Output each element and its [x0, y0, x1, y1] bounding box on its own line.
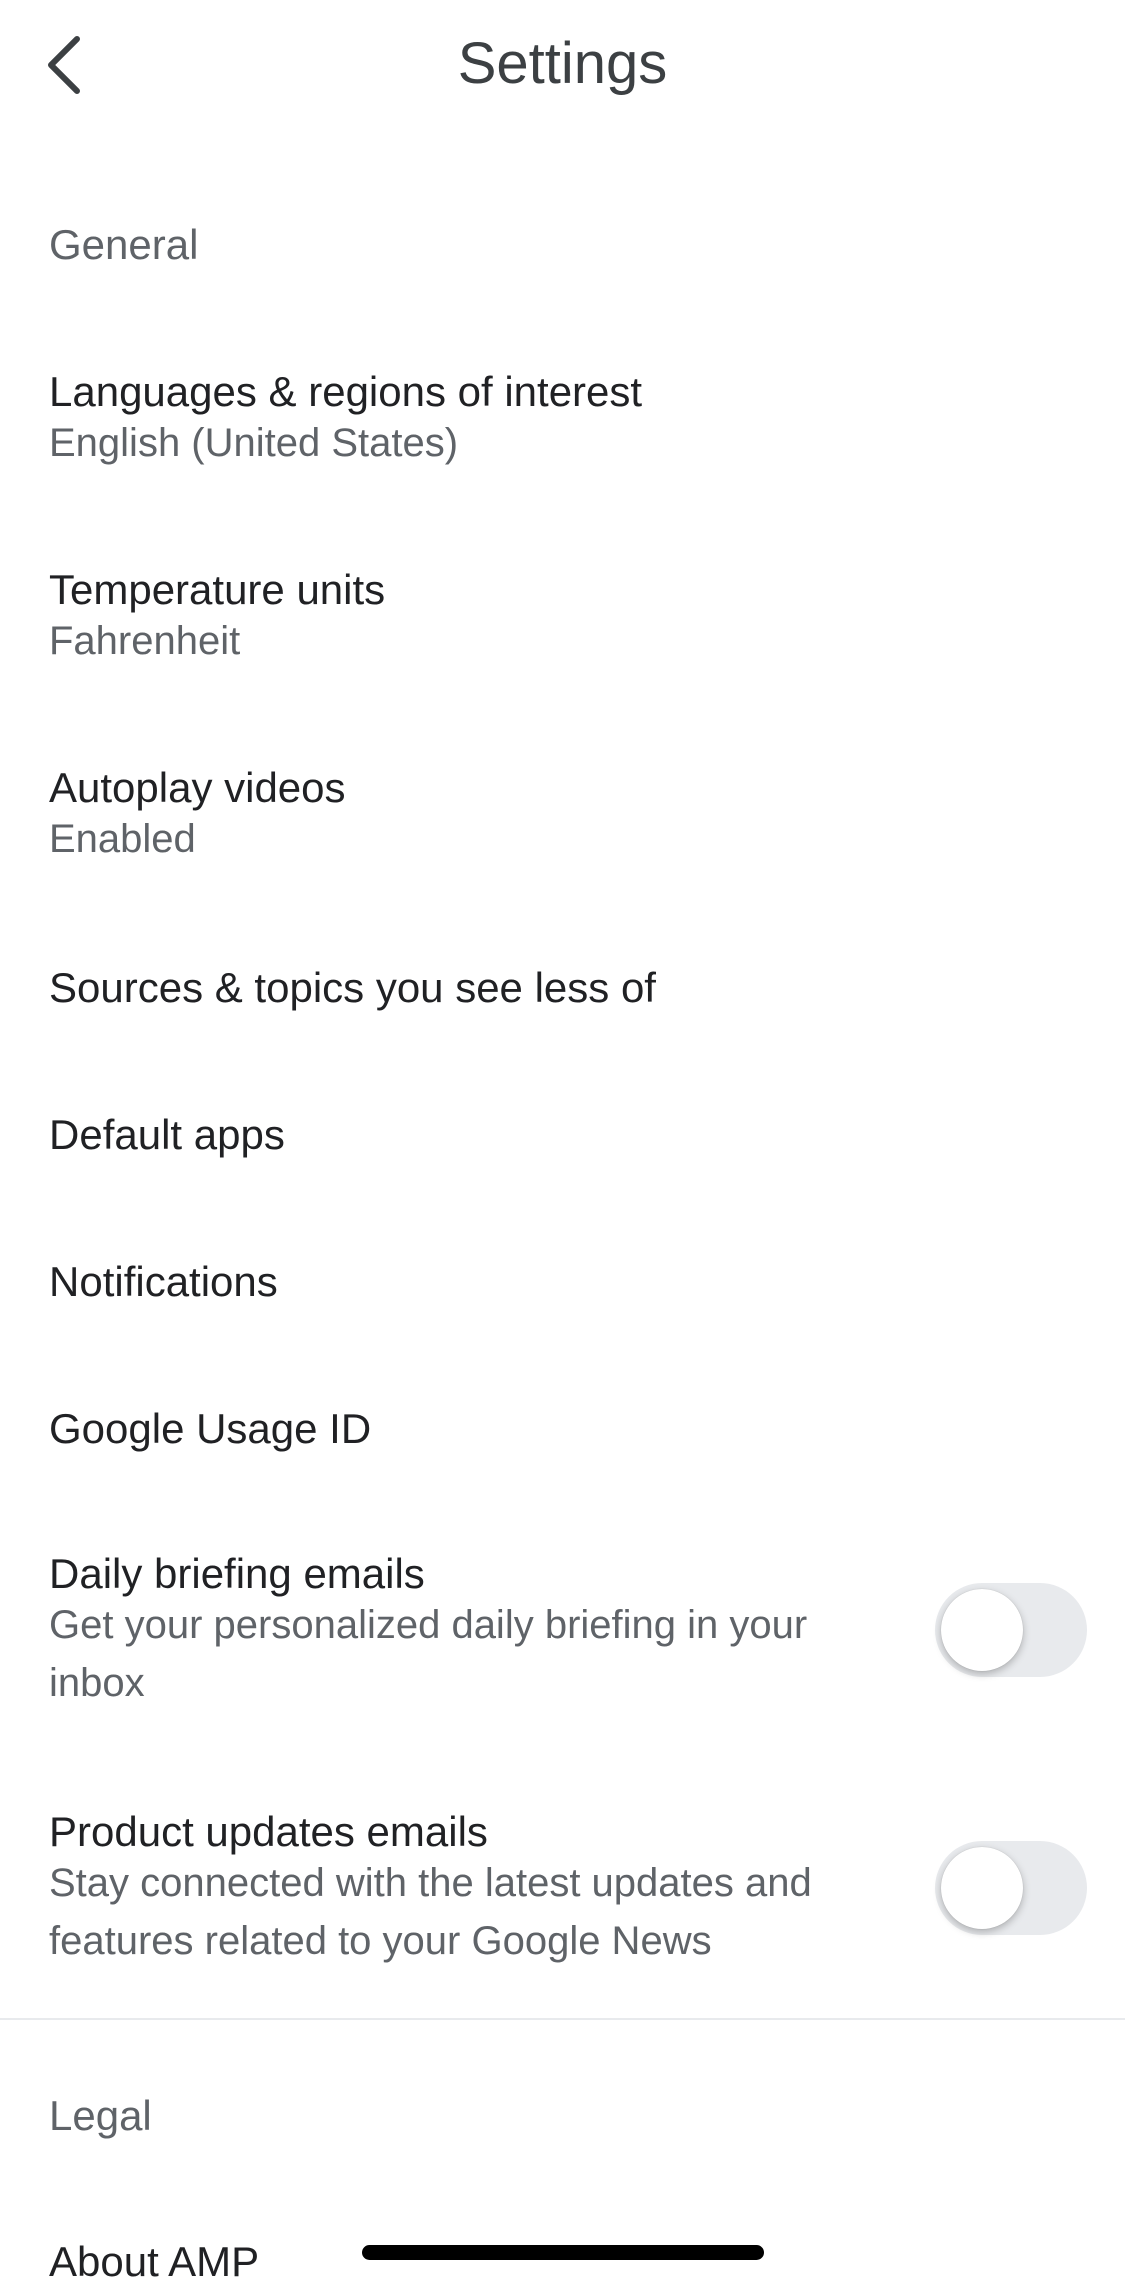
setting-google-usage-id[interactable]: Google Usage ID: [0, 1395, 1125, 1495]
setting-title: Default apps: [49, 1111, 285, 1158]
toggle-knob: [941, 1847, 1023, 1929]
settings-screen: Settings General Languages & regions of …: [0, 0, 1125, 2284]
setting-autoplay-videos[interactable]: Autoplay videos Enabled: [0, 756, 1125, 886]
setting-notifications[interactable]: Notifications: [0, 1248, 1125, 1348]
setting-title: Languages & regions of interest: [49, 368, 643, 415]
setting-languages[interactable]: Languages & regions of interest English …: [0, 360, 1125, 490]
setting-sources-topics[interactable]: Sources & topics you see less of: [0, 954, 1125, 1054]
setting-title: Sources & topics you see less of: [49, 964, 656, 1011]
setting-product-updates-emails[interactable]: Product updates emails Stay connected wi…: [0, 1800, 1125, 1980]
section-divider: [0, 2018, 1125, 2020]
setting-title: Product updates emails: [49, 1808, 488, 1855]
setting-temperature-units[interactable]: Temperature units Fahrenheit: [0, 558, 1125, 688]
setting-title: Autoplay videos: [49, 764, 346, 811]
setting-default-apps[interactable]: Default apps: [0, 1101, 1125, 1201]
page-title: Settings: [457, 31, 668, 96]
product-updates-toggle[interactable]: [935, 1841, 1087, 1935]
setting-title: Daily briefing emails: [49, 1550, 425, 1597]
setting-title: Notifications: [49, 1258, 278, 1305]
section-header-legal: Legal: [49, 2092, 152, 2139]
setting-daily-briefing-emails[interactable]: Daily briefing emails Get your personali…: [0, 1542, 1125, 1722]
setting-description: Get your personalized daily briefing in …: [49, 1603, 808, 1705]
toggle-knob: [941, 1589, 1023, 1671]
setting-description: Stay connected with the latest updates a…: [49, 1861, 812, 1963]
daily-briefing-toggle[interactable]: [935, 1583, 1087, 1677]
home-indicator[interactable]: [362, 2245, 764, 2260]
app-bar: Settings: [0, 0, 1125, 130]
setting-title: About AMP: [49, 2238, 260, 2284]
setting-value: Fahrenheit: [49, 619, 241, 663]
setting-value: English (United States): [49, 421, 459, 465]
section-header-general: General: [49, 221, 199, 268]
setting-title: Temperature units: [49, 566, 386, 613]
setting-value: Enabled: [49, 817, 196, 861]
setting-title: Google Usage ID: [49, 1405, 372, 1452]
